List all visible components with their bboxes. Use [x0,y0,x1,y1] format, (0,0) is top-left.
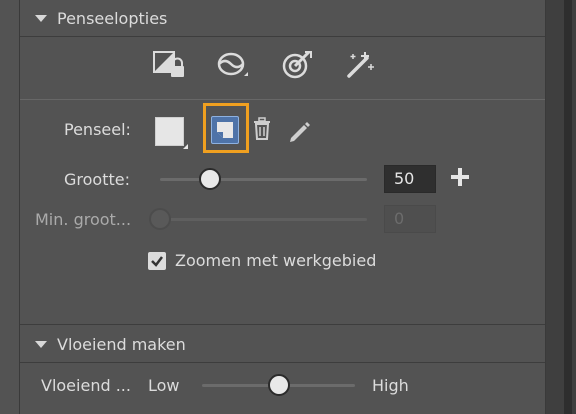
zoom-checkbox-label[interactable]: Zoomen met werkgebied [175,251,376,270]
brush-settings-icon [217,122,233,138]
trash-icon[interactable] [252,117,272,145]
scrollbar[interactable] [564,0,572,414]
min-size-slider-track[interactable] [160,218,367,221]
min-size-label: Min. groot... [35,210,132,229]
zoom-checkbox[interactable] [148,252,166,270]
section-title: Penseelopties [57,8,168,28]
target-pen-icon[interactable] [280,48,314,82]
divider [20,99,545,100]
checkmark-icon [151,256,163,267]
pencil-icon[interactable] [287,118,311,146]
magic-wand-icon[interactable] [344,48,378,82]
size-slider-track[interactable] [160,178,367,181]
section-title: Vloeiend maken [57,334,186,354]
collapse-triangle-icon[interactable] [35,14,47,22]
right-gutter [546,0,576,414]
min-size-input[interactable]: 0 [384,205,436,233]
section-header-smoothing[interactable]: Vloeiend maken [19,326,545,362]
brush-mode-icon[interactable] [216,48,250,82]
smoothing-high-label: High [372,376,409,395]
size-slider-handle[interactable] [198,168,221,190]
brush-label: Penseel: [64,120,131,139]
size-input[interactable]: 50 [384,165,436,193]
smoothing-label: Vloeiend ... [41,376,131,395]
collapse-triangle-icon[interactable] [35,340,47,348]
lock-layer-icon[interactable] [152,48,186,82]
brush-settings-button[interactable] [211,116,239,144]
divider [20,36,545,37]
smoothing-slider-handle[interactable] [267,374,290,396]
tool-row [152,48,378,82]
size-label: Grootte: [64,170,130,189]
plus-icon[interactable] [451,168,469,186]
brush-preview-swatch[interactable] [155,117,184,146]
divider [20,362,545,363]
divider [20,324,545,325]
min-size-slider-handle[interactable] [149,208,171,230]
section-header-brush-options[interactable]: Penseelopties [19,0,545,36]
smoothing-low-label: Low [148,376,180,395]
swatch-dropdown-corner-icon[interactable] [183,144,188,149]
